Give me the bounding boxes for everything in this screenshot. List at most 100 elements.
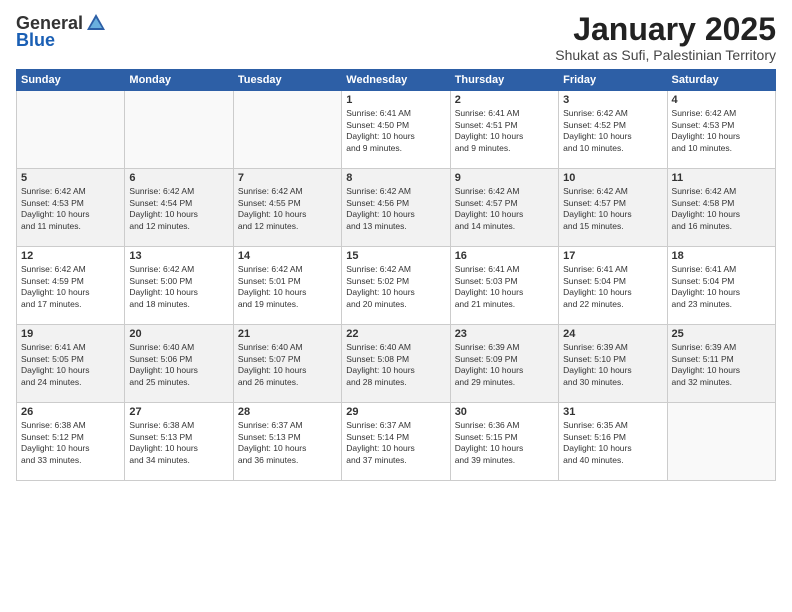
day-number: 21 bbox=[238, 328, 337, 340]
calendar-day-cell: 26 Sunrise: 6:38 AM Sunset: 5:12 PM Dayli… bbox=[17, 403, 125, 481]
day-info: Sunrise: 6:42 AM Sunset: 5:01 PM Dayligh… bbox=[238, 264, 337, 310]
calendar-day-cell bbox=[233, 91, 341, 169]
calendar-day-cell: 3 Sunrise: 6:42 AM Sunset: 4:52 PM Daylig… bbox=[559, 91, 667, 169]
calendar-day-cell: 30 Sunrise: 6:36 AM Sunset: 5:15 PM Dayli… bbox=[450, 403, 558, 481]
day-number: 20 bbox=[129, 328, 228, 340]
day-number: 29 bbox=[346, 406, 445, 418]
day-info: Sunrise: 6:42 AM Sunset: 4:58 PM Dayligh… bbox=[672, 186, 771, 232]
day-number: 8 bbox=[346, 172, 445, 184]
day-info: Sunrise: 6:42 AM Sunset: 5:00 PM Dayligh… bbox=[129, 264, 228, 310]
day-number: 16 bbox=[455, 250, 554, 262]
day-number: 10 bbox=[563, 172, 662, 184]
day-number: 11 bbox=[672, 172, 771, 184]
calendar-day-cell: 28 Sunrise: 6:37 AM Sunset: 5:13 PM Dayli… bbox=[233, 403, 341, 481]
day-info: Sunrise: 6:40 AM Sunset: 5:07 PM Dayligh… bbox=[238, 342, 337, 388]
header-thursday: Thursday bbox=[450, 70, 558, 91]
calendar-day-cell: 14Sunrise: 6:42 AM Sunset: 5:01 PM Dayli… bbox=[233, 247, 341, 325]
day-info: Sunrise: 6:41 AM Sunset: 5:04 PM Dayligh… bbox=[672, 264, 771, 310]
day-number: 18 bbox=[672, 250, 771, 262]
day-info: Sunrise: 6:42 AM Sunset: 4:59 PM Dayligh… bbox=[21, 264, 120, 310]
day-info: Sunrise: 6:42 AM Sunset: 4:53 PM Dayligh… bbox=[21, 186, 120, 232]
day-number: 19 bbox=[21, 328, 120, 340]
day-number: 31 bbox=[563, 406, 662, 418]
calendar-week-row: 5Sunrise: 6:42 AM Sunset: 4:53 PM Daylig… bbox=[17, 169, 776, 247]
day-info: Sunrise: 6:35 AM Sunset: 5:16 PM Dayligh… bbox=[563, 420, 662, 466]
day-info: Sunrise: 6:39 AM Sunset: 5:11 PM Dayligh… bbox=[672, 342, 771, 388]
day-info: Sunrise: 6:41 AM Sunset: 4:50 PM Dayligh… bbox=[346, 108, 445, 154]
header-tuesday: Tuesday bbox=[233, 70, 341, 91]
header-saturday: Saturday bbox=[667, 70, 775, 91]
calendar-day-cell bbox=[17, 91, 125, 169]
calendar-week-row: 12 Sunrise: 6:42 AM Sunset: 4:59 PM Dayli… bbox=[17, 247, 776, 325]
day-info: Sunrise: 6:39 AM Sunset: 5:10 PM Dayligh… bbox=[563, 342, 662, 388]
subtitle: Shukat as Sufi, Palestinian Territory bbox=[555, 47, 776, 63]
calendar-day-cell: 17 Sunrise: 6:41 AM Sunset: 5:04 PM Dayli… bbox=[559, 247, 667, 325]
calendar-day-cell: 29 Sunrise: 6:37 AM Sunset: 5:14 PM Dayli… bbox=[342, 403, 450, 481]
calendar-week-row: 26 Sunrise: 6:38 AM Sunset: 5:12 PM Dayli… bbox=[17, 403, 776, 481]
calendar-day-cell: 9 Sunrise: 6:42 AM Sunset: 4:57 PM Daylig… bbox=[450, 169, 558, 247]
calendar-day-cell: 18 Sunrise: 6:41 AM Sunset: 5:04 PM Dayli… bbox=[667, 247, 775, 325]
day-info: Sunrise: 6:37 AM Sunset: 5:14 PM Dayligh… bbox=[346, 420, 445, 466]
calendar-day-cell: 6Sunrise: 6:42 AM Sunset: 4:54 PM Daylig… bbox=[125, 169, 233, 247]
day-info: Sunrise: 6:41 AM Sunset: 5:04 PM Dayligh… bbox=[563, 264, 662, 310]
day-info: Sunrise: 6:42 AM Sunset: 4:56 PM Dayligh… bbox=[346, 186, 445, 232]
day-number: 27 bbox=[129, 406, 228, 418]
day-number: 1 bbox=[346, 94, 445, 106]
day-number: 9 bbox=[455, 172, 554, 184]
day-number: 17 bbox=[563, 250, 662, 262]
day-info: Sunrise: 6:41 AM Sunset: 4:51 PM Dayligh… bbox=[455, 108, 554, 154]
calendar-day-cell: 12 Sunrise: 6:42 AM Sunset: 4:59 PM Dayli… bbox=[17, 247, 125, 325]
calendar-day-cell bbox=[667, 403, 775, 481]
calendar-day-cell: 5Sunrise: 6:42 AM Sunset: 4:53 PM Daylig… bbox=[17, 169, 125, 247]
day-info: Sunrise: 6:42 AM Sunset: 4:53 PM Dayligh… bbox=[672, 108, 771, 154]
day-number: 23 bbox=[455, 328, 554, 340]
day-number: 3 bbox=[563, 94, 662, 106]
calendar-day-cell: 2 Sunrise: 6:41 AM Sunset: 4:51 PM Daylig… bbox=[450, 91, 558, 169]
header-monday: Monday bbox=[125, 70, 233, 91]
day-number: 22 bbox=[346, 328, 445, 340]
day-number: 25 bbox=[672, 328, 771, 340]
day-info: Sunrise: 6:42 AM Sunset: 4:54 PM Dayligh… bbox=[129, 186, 228, 232]
logo-blue-text: Blue bbox=[16, 30, 55, 51]
calendar-day-cell: 1 Sunrise: 6:41 AM Sunset: 4:50 PM Daylig… bbox=[342, 91, 450, 169]
day-number: 12 bbox=[21, 250, 120, 262]
day-number: 2 bbox=[455, 94, 554, 106]
day-info: Sunrise: 6:42 AM Sunset: 4:52 PM Dayligh… bbox=[563, 108, 662, 154]
day-info: Sunrise: 6:42 AM Sunset: 4:57 PM Dayligh… bbox=[455, 186, 554, 232]
calendar-day-cell: 15Sunrise: 6:42 AM Sunset: 5:02 PM Dayli… bbox=[342, 247, 450, 325]
day-number: 26 bbox=[21, 406, 120, 418]
calendar-day-cell: 22Sunrise: 6:40 AM Sunset: 5:08 PM Dayli… bbox=[342, 325, 450, 403]
day-info: Sunrise: 6:36 AM Sunset: 5:15 PM Dayligh… bbox=[455, 420, 554, 466]
calendar-day-cell: 23 Sunrise: 6:39 AM Sunset: 5:09 PM Dayli… bbox=[450, 325, 558, 403]
calendar-day-cell: 20Sunrise: 6:40 AM Sunset: 5:06 PM Dayli… bbox=[125, 325, 233, 403]
day-info: Sunrise: 6:38 AM Sunset: 5:13 PM Dayligh… bbox=[129, 420, 228, 466]
logo-area: General Blue bbox=[16, 12, 107, 51]
calendar-day-cell: 16 Sunrise: 6:41 AM Sunset: 5:03 PM Dayli… bbox=[450, 247, 558, 325]
calendar-week-row: 1 Sunrise: 6:41 AM Sunset: 4:50 PM Daylig… bbox=[17, 91, 776, 169]
calendar-day-cell bbox=[125, 91, 233, 169]
header-friday: Friday bbox=[559, 70, 667, 91]
day-number: 28 bbox=[238, 406, 337, 418]
day-info: Sunrise: 6:41 AM Sunset: 5:05 PM Dayligh… bbox=[21, 342, 120, 388]
day-info: Sunrise: 6:42 AM Sunset: 5:02 PM Dayligh… bbox=[346, 264, 445, 310]
calendar-day-cell: 25 Sunrise: 6:39 AM Sunset: 5:11 PM Dayli… bbox=[667, 325, 775, 403]
title-area: January 2025 Shukat as Sufi, Palestinian… bbox=[555, 12, 776, 63]
day-number: 7 bbox=[238, 172, 337, 184]
day-info: Sunrise: 6:38 AM Sunset: 5:12 PM Dayligh… bbox=[21, 420, 120, 466]
day-number: 13 bbox=[129, 250, 228, 262]
day-info: Sunrise: 6:41 AM Sunset: 5:03 PM Dayligh… bbox=[455, 264, 554, 310]
calendar-table: Sunday Monday Tuesday Wednesday Thursday… bbox=[16, 69, 776, 481]
page: General Blue January 2025 Shukat as Sufi… bbox=[0, 0, 792, 612]
day-info: Sunrise: 6:37 AM Sunset: 5:13 PM Dayligh… bbox=[238, 420, 337, 466]
day-number: 4 bbox=[672, 94, 771, 106]
day-info: Sunrise: 6:42 AM Sunset: 4:55 PM Dayligh… bbox=[238, 186, 337, 232]
calendar-day-cell: 4 Sunrise: 6:42 AM Sunset: 4:53 PM Daylig… bbox=[667, 91, 775, 169]
logo-icon bbox=[85, 12, 107, 34]
month-title: January 2025 bbox=[555, 12, 776, 47]
day-number: 24 bbox=[563, 328, 662, 340]
day-info: Sunrise: 6:42 AM Sunset: 4:57 PM Dayligh… bbox=[563, 186, 662, 232]
header-sunday: Sunday bbox=[17, 70, 125, 91]
day-number: 30 bbox=[455, 406, 554, 418]
calendar-day-cell: 11 Sunrise: 6:42 AM Sunset: 4:58 PM Dayli… bbox=[667, 169, 775, 247]
day-info: Sunrise: 6:39 AM Sunset: 5:09 PM Dayligh… bbox=[455, 342, 554, 388]
